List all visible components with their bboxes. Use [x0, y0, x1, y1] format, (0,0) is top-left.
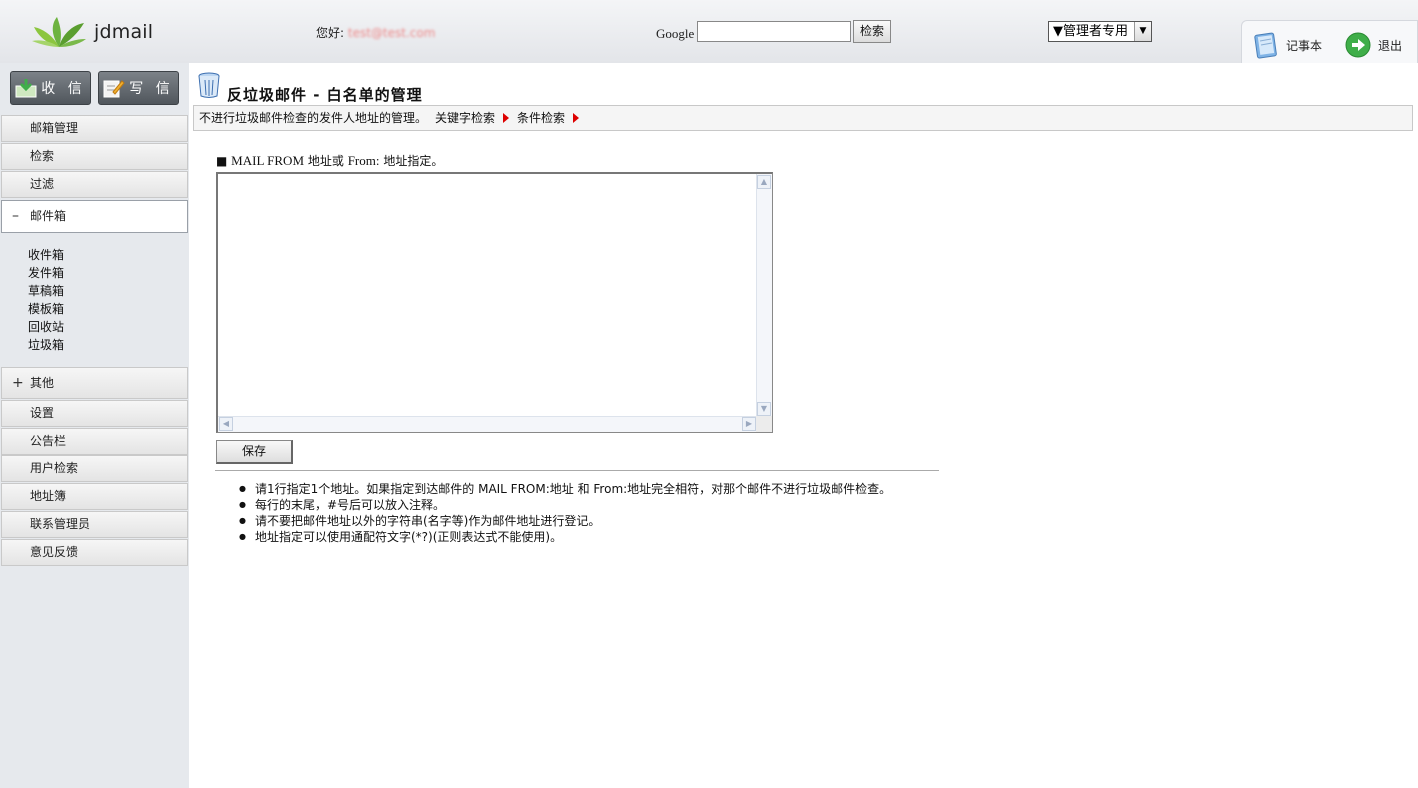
- sidebar-item-search[interactable]: 检索: [1, 143, 188, 170]
- admin-select[interactable]: ▼管理者专用 ▼: [1048, 21, 1152, 42]
- sidebar-item-label: 检索: [30, 149, 55, 163]
- save-button[interactable]: 保存: [216, 440, 293, 464]
- sidebar-item-contact-admin[interactable]: 联系管理员: [1, 511, 188, 538]
- square-bullet-icon: ■: [216, 154, 228, 168]
- mailbox-drafts[interactable]: 草稿箱: [28, 282, 64, 300]
- sidebar-item-settings[interactable]: 设置: [1, 400, 188, 427]
- mailbox-templates[interactable]: 模板箱: [28, 300, 64, 318]
- google-search-button[interactable]: 检索: [853, 20, 891, 43]
- scrollbar-corner: [756, 416, 772, 432]
- field-label: ■ MAIL FROM 地址或 From: 地址指定。: [216, 152, 443, 169]
- sidebar-item-bulletin[interactable]: 公告栏: [1, 428, 188, 455]
- logout-arrow-icon: [1345, 32, 1371, 58]
- vertical-scrollbar[interactable]: ▲ ▼: [756, 174, 772, 417]
- admin-select-value: ▼管理者专用: [1053, 24, 1128, 39]
- main-content: 反垃圾邮件 - 白名单的管理 不进行垃圾邮件检查的发件人地址的管理。 关键字检索…: [189, 63, 1418, 788]
- divider: [215, 470, 939, 471]
- expand-icon: +: [12, 375, 24, 391]
- horizontal-scrollbar[interactable]: ◀ ▶: [218, 416, 757, 432]
- notepad-label: 记事本: [1286, 38, 1323, 53]
- compose-label: 写 信: [129, 81, 174, 97]
- sidebar-item-label: 邮箱管理: [30, 121, 79, 135]
- collapse-icon: –: [12, 208, 19, 224]
- mail-from-text: MAIL FROM: [231, 153, 305, 168]
- sidebar: 收 信 写 信 邮箱管理 检索 过滤 – 邮件箱 收件箱 发件箱 草稿箱 模板箱…: [0, 63, 189, 788]
- scroll-left-icon[interactable]: ◀: [219, 417, 233, 431]
- receive-label: 收 信: [41, 81, 86, 97]
- note-item: 请不要把邮件地址以外的字符串(名字等)作为邮件地址进行登记。: [239, 513, 891, 529]
- google-label: Google: [656, 26, 695, 41]
- sidebar-item-label: 设置: [30, 406, 55, 420]
- condition-search-label: 条件检索: [517, 111, 566, 125]
- scroll-down-icon[interactable]: ▼: [757, 402, 771, 416]
- notes-list: 请1行指定1个地址。如果指定到达邮件的 MAIL FROM:地址 和 From:…: [239, 481, 891, 545]
- red-arrow-icon: [503, 113, 510, 123]
- sidebar-item-mailboxes[interactable]: – 邮件箱: [1, 200, 188, 233]
- logo-text: jdmail: [94, 21, 154, 43]
- field-label-suffix: 地址指定。: [383, 154, 444, 168]
- sidebar-item-label: 过滤: [30, 177, 55, 191]
- sidebar-item-feedback[interactable]: 意见反馈: [1, 539, 188, 566]
- page-title-row: 反垃圾邮件 - 白名单的管理: [197, 71, 423, 105]
- page-title: 反垃圾邮件 - 白名单的管理: [227, 86, 423, 104]
- sidebar-item-filter[interactable]: 过滤: [1, 171, 188, 198]
- sidebar-item-label: 其他: [30, 376, 55, 390]
- sidebar-item-address-book[interactable]: 地址簿: [1, 483, 188, 510]
- keyword-search-label: 关键字检索: [435, 111, 496, 125]
- top-header: jdmail 您好: test@test.com Google 检索 ▼管理者专…: [0, 0, 1418, 63]
- leaf-logo-icon: [32, 17, 86, 47]
- compose-mail-button[interactable]: 写 信: [98, 71, 179, 105]
- logout-button[interactable]: 退出: [1344, 31, 1402, 59]
- mailbox-sent[interactable]: 发件箱: [28, 264, 64, 282]
- trash-can-icon: [198, 72, 220, 98]
- note-item: 每行的末尾，#号后可以放入注释。: [239, 497, 891, 513]
- notepad-icon: [1254, 32, 1277, 59]
- keyword-search-link[interactable]: 关键字检索: [435, 106, 510, 130]
- compose-pencil-icon: [103, 80, 125, 98]
- receive-mail-button[interactable]: 收 信: [10, 71, 91, 105]
- note-item: 地址指定可以使用通配符文字(*?)(正则表达式不能使用)。: [239, 529, 891, 545]
- sidebar-item-label: 联系管理员: [30, 517, 91, 531]
- notepad-button[interactable]: 记事本: [1252, 31, 1322, 59]
- whitelist-textarea[interactable]: ▲ ▼ ◀ ▶: [216, 172, 773, 433]
- sidebar-item-label: 意见反馈: [30, 545, 79, 559]
- chevron-down-icon[interactable]: ▼: [1134, 22, 1151, 41]
- sidebar-item-label: 公告栏: [30, 434, 67, 448]
- note-item: 请1行指定1个地址。如果指定到达邮件的 MAIL FROM:地址 和 From:…: [239, 481, 891, 497]
- sidebar-item-mailbox-management[interactable]: 邮箱管理: [1, 115, 188, 142]
- condition-search-link[interactable]: 条件检索: [517, 106, 580, 130]
- info-text: 不进行垃圾邮件检查的发件人地址的管理。: [199, 111, 428, 125]
- mailbox-sub-list: 收件箱 发件箱 草稿箱 模板箱 回收站 垃圾箱: [28, 246, 64, 354]
- from-text: From:: [347, 153, 380, 168]
- sidebar-item-other[interactable]: + 其他: [1, 367, 188, 399]
- scroll-up-icon[interactable]: ▲: [757, 175, 771, 189]
- greeting-label: 您好:: [316, 26, 345, 40]
- tool-panel: 记事本 退出: [1241, 20, 1418, 63]
- sidebar-item-label: 邮件箱: [30, 209, 67, 223]
- red-arrow-icon: [573, 113, 580, 123]
- google-search-input[interactable]: [697, 21, 851, 42]
- mailbox-inbox[interactable]: 收件箱: [28, 246, 64, 264]
- logout-label: 退出: [1378, 38, 1403, 53]
- sidebar-item-label: 用户检索: [30, 461, 79, 475]
- sidebar-item-label: 地址簿: [30, 489, 67, 503]
- sidebar-item-user-search[interactable]: 用户检索: [1, 455, 188, 482]
- mailbox-trash[interactable]: 回收站: [28, 318, 64, 336]
- app-logo[interactable]: jdmail: [30, 14, 160, 50]
- scroll-right-icon[interactable]: ▶: [742, 417, 756, 431]
- field-label-mid: 地址或: [307, 154, 344, 168]
- greeting: 您好: test@test.com: [316, 24, 435, 41]
- greeting-user: test@test.com: [347, 26, 436, 40]
- info-bar: 不进行垃圾邮件检查的发件人地址的管理。 关键字检索 条件检索: [193, 105, 1413, 131]
- mailbox-spam[interactable]: 垃圾箱: [28, 336, 64, 354]
- inbox-download-icon: [15, 79, 37, 98]
